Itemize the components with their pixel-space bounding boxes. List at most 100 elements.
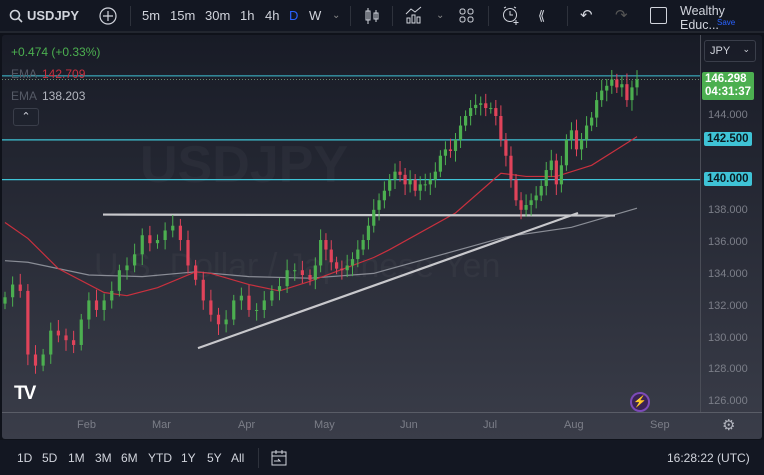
interval-5m[interactable]: 5m — [142, 8, 160, 23]
candle-body — [79, 319, 83, 345]
candle-body — [584, 125, 589, 140]
candle-body — [514, 179, 518, 201]
flash-icon[interactable]: ⚡ — [630, 392, 650, 412]
candle-body — [148, 235, 152, 244]
fullscreen-icon[interactable] — [650, 7, 667, 24]
candle-body — [350, 259, 355, 266]
ema-slow-value: 138.203 — [42, 89, 86, 103]
top-toolbar: USDJPY 5m 15m 30m 1h 4h D W ⌄ ⌄ ⟨⟨ ↶ ↷ W… — [0, 0, 764, 33]
candle-body — [308, 275, 312, 280]
candle-body — [625, 84, 629, 101]
candle-body — [94, 300, 99, 310]
time-tick-label: Aug — [564, 419, 584, 431]
candle-body — [209, 300, 213, 315]
time-tick-label: Jun — [400, 419, 418, 431]
range-1d[interactable]: 1D — [17, 451, 32, 465]
redo-icon[interactable]: ↷ — [615, 6, 628, 24]
interval-d[interactable]: D — [289, 8, 298, 23]
candle-body — [579, 139, 584, 150]
compare-add-icon[interactable] — [99, 7, 117, 25]
utc-clock[interactable]: 16:28:22 (UTC) — [667, 451, 750, 465]
range-ytd[interactable]: YTD — [148, 451, 172, 465]
indicators-icon[interactable] — [405, 6, 423, 24]
ema-fast-label: EMA — [11, 67, 38, 81]
range-1m[interactable]: 1M — [68, 451, 85, 465]
candle-body — [41, 354, 45, 366]
candle-body — [448, 149, 453, 151]
price-tick-label: 132.000 — [708, 299, 748, 312]
settings-gear-icon[interactable]: ⚙ — [722, 416, 735, 434]
candle-body — [239, 295, 243, 301]
time-tick-label: Mar — [152, 419, 171, 431]
candle-body — [110, 290, 114, 301]
candle-body — [574, 130, 579, 150]
chevron-down-icon[interactable]: ⌄ — [436, 10, 444, 21]
candle-body — [3, 297, 7, 304]
candle-body — [630, 87, 634, 101]
symbol-search[interactable]: USDJPY — [27, 8, 79, 23]
tradingview-logo[interactable]: TV — [14, 383, 36, 405]
candle-body — [102, 300, 106, 310]
interval-4h[interactable]: 4h — [265, 8, 279, 23]
go-to-date-icon[interactable] — [270, 448, 288, 466]
divider — [258, 448, 259, 468]
trendline-drawing — [197, 211, 579, 350]
candle-body — [504, 139, 508, 156]
bottom-toolbar: 1D 5D 1M 3M 6M YTD 1Y 5Y All 16:28:22 (UTC) — [0, 440, 764, 475]
support-line-drawing — [102, 213, 616, 217]
bar-countdown: 04:31:37 — [705, 86, 752, 99]
currency-select[interactable]: JPY ⌄ — [704, 40, 756, 62]
candle-body — [334, 262, 339, 269]
range-1y[interactable]: 1Y — [181, 451, 196, 465]
candle-body — [474, 104, 478, 109]
candle-body — [171, 225, 175, 231]
candle-body — [255, 309, 259, 311]
undo-icon[interactable]: ↶ — [580, 6, 593, 24]
candle-body — [26, 290, 30, 355]
interval-1h[interactable]: 1h — [240, 8, 254, 23]
time-tick-label: May — [314, 419, 335, 431]
chevron-down-icon[interactable]: ⌄ — [332, 10, 340, 21]
price-plot[interactable] — [2, 35, 762, 439]
layout-grid-icon[interactable] — [459, 8, 475, 24]
replay-icon[interactable]: ⟨⟨ — [538, 8, 545, 24]
candle-body — [361, 240, 365, 250]
candle-body — [319, 240, 323, 266]
range-5y[interactable]: 5Y — [207, 451, 222, 465]
price-axis-border — [700, 35, 701, 412]
candle-body — [194, 265, 198, 280]
range-3m[interactable]: 3M — [95, 451, 112, 465]
time-tick-label: Sep — [650, 419, 670, 431]
candle-body — [403, 174, 407, 185]
range-all[interactable]: All — [231, 451, 244, 465]
price-tick-label: 138.000 — [708, 204, 748, 217]
candle-body — [285, 270, 289, 287]
candle-body — [413, 179, 417, 191]
candle-body — [484, 103, 488, 109]
collapse-legend-button[interactable]: ⌃ — [13, 108, 39, 126]
candle-body — [11, 284, 15, 298]
interval-15m[interactable]: 15m — [170, 8, 195, 23]
candle-body — [539, 185, 543, 196]
save-button[interactable]: Save — [717, 18, 735, 27]
range-6m[interactable]: 6M — [121, 451, 138, 465]
candle-body — [620, 84, 624, 88]
candle-body — [277, 286, 282, 291]
candle-body — [313, 265, 317, 280]
candle-body — [178, 225, 182, 241]
divider — [567, 6, 568, 26]
candle-body — [549, 160, 553, 171]
candle-body — [489, 108, 493, 110]
candle-body — [329, 249, 333, 263]
chart-pane[interactable]: USDJPY U.S. Dollar / Japanese Yen 144.00… — [2, 35, 762, 439]
ema-fast-value: 142.709 — [42, 67, 86, 81]
range-5d[interactable]: 5D — [42, 451, 57, 465]
candle-body — [438, 155, 442, 172]
interval-w[interactable]: W — [309, 8, 321, 23]
alert-clock-icon[interactable] — [501, 5, 521, 25]
candlestick-type-icon[interactable] — [364, 7, 380, 25]
time-tick-label: Feb — [77, 419, 96, 431]
current-price-value: 146.298 — [705, 73, 747, 86]
interval-30m[interactable]: 30m — [205, 8, 230, 23]
search-icon[interactable] — [9, 9, 23, 23]
